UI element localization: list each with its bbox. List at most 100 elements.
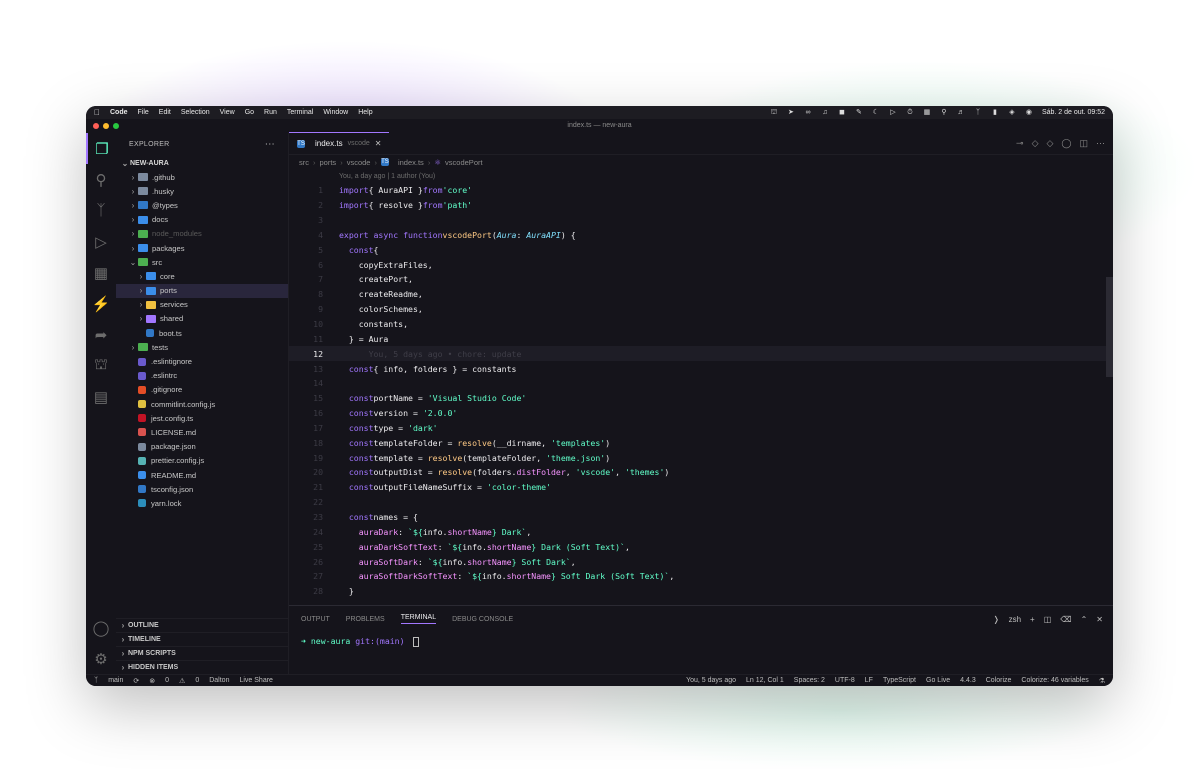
line-ending[interactable]: LF	[865, 677, 873, 685]
breadcrumb-item[interactable]: index.ts	[398, 158, 424, 167]
section-npm-scripts[interactable]: › NPM SCRIPTS	[116, 646, 288, 660]
user-status[interactable]: Dalton	[209, 677, 229, 684]
git-prev-icon[interactable]: ◇	[1032, 138, 1039, 149]
folder-item[interactable]: › tests	[116, 340, 288, 354]
menu-run[interactable]: Run	[264, 109, 277, 116]
account-icon[interactable]: ◯	[86, 612, 116, 643]
play-tray-icon[interactable]: ▷	[889, 109, 897, 116]
split-terminal-icon[interactable]: ◫	[1044, 615, 1052, 624]
code-editor[interactable]: 1 import { AuraAPI } from 'core' 2 import …	[289, 183, 1113, 599]
menu-help[interactable]: Help	[358, 109, 372, 116]
section-outline[interactable]: › OUTLINE	[116, 618, 288, 632]
folder-item[interactable]: › shared	[116, 312, 288, 326]
explorer-icon[interactable]: ❐	[86, 133, 116, 164]
section-timeline[interactable]: › TIMELINE	[116, 632, 288, 646]
trash-icon[interactable]: ⌫	[1060, 615, 1071, 624]
breadcrumb-item[interactable]: ports	[320, 158, 337, 167]
search-tray-icon[interactable]: ⚲	[940, 109, 948, 116]
wifi-tray-icon[interactable]: ◈	[1008, 109, 1016, 116]
docker-tray-icon[interactable]: ⛫	[770, 109, 778, 116]
folder-item[interactable]: ⌄ src	[116, 255, 288, 269]
close-icon[interactable]: ✕	[375, 139, 382, 148]
send-tray-icon[interactable]: ➤	[787, 109, 795, 116]
file-item[interactable]: tsconfig.json	[116, 482, 288, 496]
git-next-icon[interactable]: ◇	[1046, 138, 1053, 149]
run-debug-icon[interactable]: ▷	[86, 226, 116, 257]
edit-tray-icon[interactable]: ✎	[855, 109, 863, 116]
error-count[interactable]: 0	[165, 677, 169, 684]
split-editor-icon[interactable]: ◫	[1079, 138, 1088, 149]
folder-item[interactable]: › ports	[116, 283, 288, 298]
moon-tray-icon[interactable]: ☾	[872, 109, 880, 116]
bluetooth-tray-icon[interactable]: ᛉ	[974, 109, 982, 116]
breadcrumb-item[interactable]: vscode	[347, 158, 371, 167]
file-item[interactable]: prettier.config.js	[116, 454, 288, 468]
folder-item[interactable]: › .github	[116, 170, 288, 184]
volume-tray-icon[interactable]: ♬	[957, 109, 965, 116]
colorize-variables[interactable]: Colorize: 46 variables	[1021, 677, 1088, 685]
search-icon[interactable]: ⚲	[86, 164, 116, 195]
folder-item[interactable]: › .husky	[116, 184, 288, 198]
colorize-button[interactable]: Colorize	[986, 677, 1012, 685]
notes-icon[interactable]: ▤	[86, 381, 116, 412]
close-window-button[interactable]	[93, 123, 99, 129]
docker-icon[interactable]: ⛫	[86, 350, 116, 381]
menubar-clock[interactable]: Sáb. 2 de out. 09:52	[1042, 109, 1105, 116]
maximize-panel-icon[interactable]: ⌃	[1081, 615, 1088, 624]
add-terminal-icon[interactable]: +	[1030, 615, 1035, 624]
folder-item[interactable]: › services	[116, 298, 288, 312]
git-branch[interactable]: main	[108, 677, 123, 684]
ts-version[interactable]: 4.4.3	[960, 677, 976, 685]
menu-app[interactable]: Code	[110, 109, 128, 116]
file-item[interactable]: package.json	[116, 440, 288, 454]
more-actions-icon[interactable]: ⋯	[265, 139, 275, 150]
remote-icon[interactable]: ➦	[86, 319, 116, 350]
glasses-tray-icon[interactable]: ∞	[804, 109, 812, 116]
timer-tray-icon[interactable]: ⏱	[906, 109, 914, 116]
settings-gear-icon[interactable]: ⚙	[86, 643, 116, 674]
git-compare-icon[interactable]: ⊸	[1016, 138, 1024, 149]
warning-count[interactable]: 0	[195, 677, 199, 684]
file-item[interactable]: LICENSE.md	[116, 425, 288, 439]
lightning-icon[interactable]: ⚡	[86, 288, 116, 319]
file-item[interactable]: commitlint.config.js	[116, 397, 288, 411]
liveshare-status[interactable]: Live Share	[239, 677, 272, 684]
maximize-window-button[interactable]	[113, 123, 119, 129]
menu-file[interactable]: File	[138, 109, 149, 116]
file-item[interactable]: .eslintignore	[116, 354, 288, 368]
file-item[interactable]: README.md	[116, 468, 288, 482]
tab-problems[interactable]: PROBLEMS	[346, 616, 385, 623]
file-item[interactable]: yarn.lock	[116, 496, 288, 510]
menu-edit[interactable]: Edit	[159, 109, 171, 116]
timeline-icon[interactable]: ◯	[1061, 138, 1071, 149]
encoding[interactable]: UTF-8	[835, 677, 855, 685]
apple-icon[interactable]: 	[94, 108, 100, 117]
breadcrumb-item[interactable]: vscodePort	[445, 158, 483, 167]
grid-tray-icon[interactable]: ▦	[923, 109, 931, 116]
more-editor-icon[interactable]: ⋯	[1096, 138, 1105, 149]
close-panel-icon[interactable]: ✕	[1096, 615, 1103, 624]
go-live-button[interactable]: Go Live	[926, 677, 950, 685]
source-control-icon[interactable]: ᛉ	[86, 195, 116, 226]
battery-tray-icon[interactable]: ▮	[991, 109, 999, 116]
breadcrumb-item[interactable]: src	[299, 158, 309, 167]
file-item[interactable]: jest.config.ts	[116, 411, 288, 425]
indentation[interactable]: Spaces: 2	[794, 677, 825, 685]
tab-debug-console[interactable]: DEBUG CONSOLE	[452, 616, 513, 623]
file-item[interactable]: .eslintrc	[116, 369, 288, 383]
section-hidden-items[interactable]: › HIDDEN ITEMS	[116, 660, 288, 674]
folder-item[interactable]: › packages	[116, 241, 288, 255]
app-tray-icon[interactable]: ◼	[838, 109, 846, 116]
menu-selection[interactable]: Selection	[181, 109, 210, 116]
tab-terminal[interactable]: TERMINAL	[400, 614, 437, 624]
menu-terminal[interactable]: Terminal	[287, 109, 313, 116]
language-mode[interactable]: TypeScript	[883, 677, 916, 685]
file-item[interactable]: .gitignore	[116, 383, 288, 397]
folder-item[interactable]: › docs	[116, 213, 288, 227]
codelens-blame[interactable]: You, a day ago | 1 author (You)	[289, 169, 1113, 183]
menu-go[interactable]: Go	[245, 109, 254, 116]
notifications-icon[interactable]: ⚗	[1099, 677, 1105, 685]
menu-window[interactable]: Window	[323, 109, 348, 116]
tab-output[interactable]: OUTPUT	[301, 616, 330, 623]
audio-tray-icon[interactable]: ♫	[821, 109, 829, 116]
